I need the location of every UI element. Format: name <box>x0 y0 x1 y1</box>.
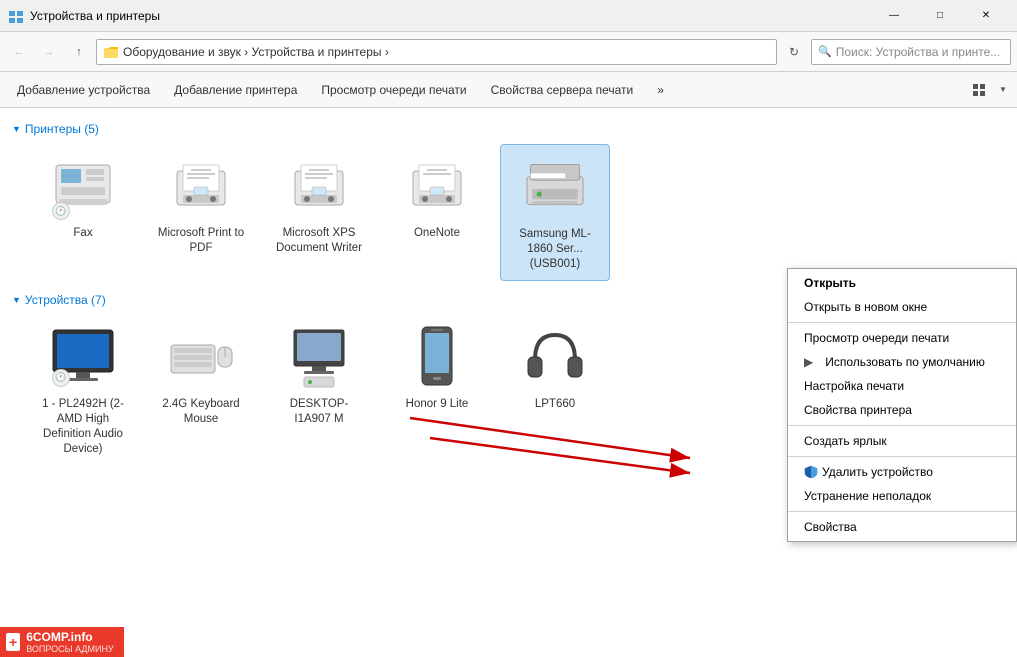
device-item-lpt660[interactable]: LPT660 <box>500 315 610 465</box>
window-controls: — □ ✕ <box>871 0 1009 32</box>
maximize-button[interactable]: □ <box>917 0 963 32</box>
ms-xps-icon <box>287 157 351 217</box>
watermark: + 6COMP.info ВОПРОСЫ АДМИНУ <box>0 627 124 657</box>
ms-print-pdf-label: Microsoft Print to PDF <box>154 226 248 256</box>
onenote-icon <box>405 157 469 217</box>
window-icon <box>8 8 24 24</box>
view-queue-button[interactable]: Просмотр очереди печати <box>310 76 477 104</box>
device-item-ms-print-pdf[interactable]: Microsoft Print to PDF <box>146 144 256 281</box>
menu-item-print-settings[interactable]: Настройка печати <box>788 374 1016 398</box>
more-button[interactable]: » <box>646 76 675 104</box>
headphones-icon <box>520 325 590 390</box>
device-item-fax[interactable]: 🕐 Fax <box>28 144 138 281</box>
menu-divider-4 <box>788 511 1016 512</box>
folder-icon <box>103 44 119 60</box>
ms-print-pdf-icon-container <box>166 152 236 222</box>
grid-view-icon <box>972 83 986 97</box>
close-button[interactable]: ✕ <box>963 0 1009 32</box>
back-button[interactable]: ← <box>6 39 32 65</box>
ms-xps-label: Microsoft XPS Document Writer <box>272 226 366 256</box>
menu-item-remove-device[interactable]: Удалить устройство <box>788 460 1016 484</box>
path-text: Оборудование и звук › Устройства и принт… <box>123 45 389 59</box>
address-bar: ← → ↑ Оборудование и звук › Устройства и… <box>0 32 1017 72</box>
view-dropdown-button[interactable]: ▼ <box>995 76 1011 104</box>
fax-icon-container: 🕐 <box>48 152 118 222</box>
watermark-icon: + <box>6 633 20 651</box>
menu-divider-2 <box>788 425 1016 426</box>
ms-print-pdf-icon <box>169 157 233 217</box>
monitor-icon-container: 🕐 <box>48 323 118 393</box>
refresh-button[interactable]: ↻ <box>781 39 807 65</box>
phone-icon-container <box>402 323 472 393</box>
monitor-clock-badge: 🕐 <box>52 369 70 387</box>
menu-item-open[interactable]: Открыть <box>788 271 1016 295</box>
add-printer-button[interactable]: Добавление принтера <box>163 76 308 104</box>
device-item-desktop[interactable]: DESKTOP-I1A907 M <box>264 315 374 465</box>
printers-section-label: Принтеры (5) <box>25 122 99 136</box>
phone-icon <box>407 325 467 390</box>
menu-divider-1 <box>788 322 1016 323</box>
shield-icon <box>804 465 818 479</box>
printers-chevron: ▼ <box>12 124 21 134</box>
samsung-icon <box>520 153 590 223</box>
lpt660-icon-container <box>520 323 590 393</box>
menu-item-troubleshoot[interactable]: Устранение неполадок <box>788 484 1016 508</box>
printers-grid: 🕐 Fax Microsoft Print to PDF <box>12 144 1005 281</box>
watermark-text-container: 6COMP.info ВОПРОСЫ АДМИНУ <box>26 630 114 654</box>
samsung-icon-container <box>520 153 590 223</box>
context-menu: Открыть Открыть в новом окне Просмотр оч… <box>787 268 1017 542</box>
search-placeholder: Поиск: Устройства и принте... <box>836 45 1001 59</box>
main-content: ▼ Принтеры (5) 🕐 Fax <box>0 108 1017 657</box>
address-path[interactable]: Оборудование и звук › Устройства и принт… <box>96 39 777 65</box>
view-mode-button[interactable] <box>965 76 993 104</box>
desktop-icon <box>284 325 354 390</box>
devices-section-label: Устройства (7) <box>25 293 106 307</box>
watermark-subtext: ВОПРОСЫ АДМИНУ <box>26 644 114 654</box>
device-item-ms-xps[interactable]: Microsoft XPS Document Writer <box>264 144 374 281</box>
devices-chevron: ▼ <box>12 295 21 305</box>
menu-divider-3 <box>788 456 1016 457</box>
watermark-site: 6COMP.info <box>26 630 114 644</box>
device-item-onenote[interactable]: OneNote <box>382 144 492 281</box>
toolbar: Добавление устройства Добавление принтер… <box>0 72 1017 108</box>
up-button[interactable]: ↑ <box>66 39 92 65</box>
device-item-phone[interactable]: Honor 9 Lite <box>382 315 492 465</box>
fax-clock-badge: 🕐 <box>52 202 70 220</box>
device-item-keyboard[interactable]: 2.4G Keyboard Mouse <box>146 315 256 465</box>
title-bar: Устройства и принтеры — □ ✕ <box>0 0 1017 32</box>
toolbar-right: ▼ <box>965 76 1011 104</box>
menu-item-properties[interactable]: Свойства <box>788 515 1016 539</box>
keyboard-label: 2.4G Keyboard Mouse <box>154 397 248 427</box>
server-props-button[interactable]: Свойства сервера печати <box>480 76 645 104</box>
lpt660-label: LPT660 <box>535 397 575 412</box>
menu-item-printer-props[interactable]: Свойства принтера <box>788 398 1016 422</box>
menu-item-open-new[interactable]: Открыть в новом окне <box>788 295 1016 319</box>
printers-section-header[interactable]: ▼ Принтеры (5) <box>12 122 1005 136</box>
menu-item-view-queue[interactable]: Просмотр очереди печати <box>788 326 1016 350</box>
forward-button[interactable]: → <box>36 39 62 65</box>
search-box[interactable]: 🔍 Поиск: Устройства и принте... <box>811 39 1011 65</box>
keyboard-icon-container <box>166 323 236 393</box>
add-device-button[interactable]: Добавление устройства <box>6 76 161 104</box>
onenote-label: OneNote <box>414 226 460 241</box>
window-title: Устройства и принтеры <box>30 9 871 23</box>
fax-label: Fax <box>73 226 92 241</box>
device-item-monitor[interactable]: 🕐 1 - PL2492H (2-AMD High Definition Aud… <box>28 315 138 465</box>
menu-item-create-shortcut[interactable]: Создать ярлык <box>788 429 1016 453</box>
arrow-indicator: ▶ <box>804 355 813 369</box>
keyboard-icon <box>166 325 236 390</box>
minimize-button[interactable]: — <box>871 0 917 32</box>
onenote-icon-container <box>402 152 472 222</box>
menu-item-set-default[interactable]: ▶ Использовать по умолчанию <box>788 350 1016 374</box>
desktop-icon-container <box>284 323 354 393</box>
desktop-label: DESKTOP-I1A907 M <box>272 397 366 427</box>
monitor-label: 1 - PL2492H (2-AMD High Definition Audio… <box>36 397 130 457</box>
device-item-samsung[interactable]: Samsung ML-1860 Ser... (USB001) <box>500 144 610 281</box>
samsung-label: Samsung ML-1860 Ser... (USB001) <box>509 227 601 272</box>
phone-label: Honor 9 Lite <box>406 397 469 412</box>
ms-xps-icon-container <box>284 152 354 222</box>
